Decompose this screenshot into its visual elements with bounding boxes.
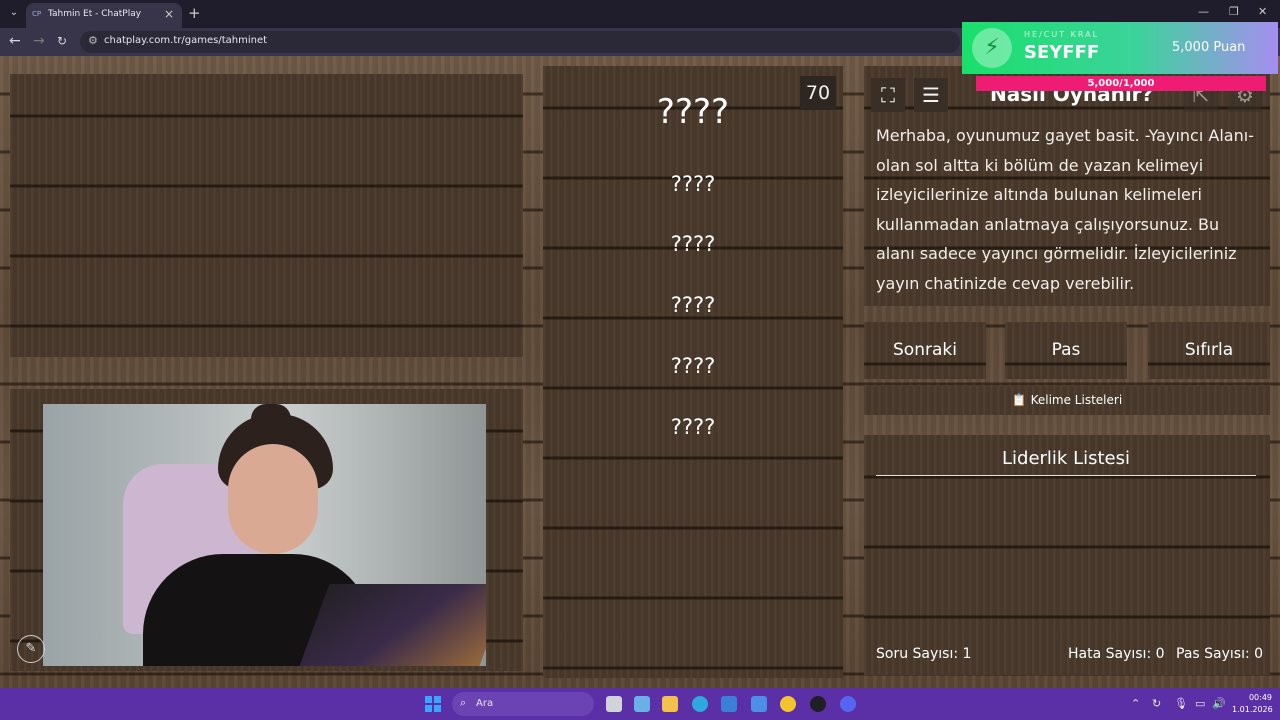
alert-username: SEYFFF (1024, 42, 1100, 63)
close-tab-icon[interactable]: × (164, 7, 174, 21)
forbidden-word-3: ???? (670, 293, 716, 317)
forbidden-word-4: ???? (670, 354, 716, 378)
volume-icon[interactable]: 🔊 (1212, 697, 1226, 710)
url-text: chatplay.com.tr/games/tahminet (104, 35, 268, 46)
site-info-icon[interactable]: ⚙ (88, 34, 98, 47)
mail-icon[interactable] (751, 696, 767, 712)
url-field[interactable]: ⚙ chatplay.com.tr/games/tahminet (80, 31, 960, 53)
pass-button[interactable]: Pas (1005, 322, 1127, 379)
network-icon[interactable]: ▭ (1195, 697, 1205, 710)
top-left-panel (10, 74, 523, 357)
game-page: 70 ???? ???? ???? ???? ???? ???? ⛶ ☰ Nas… (0, 56, 1280, 688)
widgets-icon[interactable] (634, 696, 650, 712)
reset-button[interactable]: Sıfırla (1148, 322, 1270, 379)
document-icon[interactable]: ☰ (914, 78, 948, 112)
webcam-feed (43, 404, 486, 666)
clock[interactable]: 00:49 1.01.2026 (1232, 692, 1273, 716)
search-icon: ⌕ (460, 696, 467, 709)
next-button[interactable]: Sonraki (864, 322, 986, 379)
taskbar: ⌕ Ara ⌃ ↻ 🎙 ▭ 🔊 00:49 1.01.2026 (0, 688, 1280, 720)
tab-title: Tahmin Et - ChatPlay (48, 9, 142, 19)
chrome-icon[interactable] (780, 696, 796, 712)
chatplay-favicon-icon: CP (32, 10, 42, 18)
file-explorer-icon[interactable] (662, 696, 678, 712)
error-count: Hata Sayısı: 0 (1068, 646, 1165, 662)
webcam-person-bun (251, 404, 291, 434)
forward-icon[interactable]: → (33, 33, 45, 49)
webcam-keyboard (296, 584, 486, 666)
obs-icon[interactable] (810, 696, 826, 712)
back-icon[interactable]: ← (9, 33, 21, 49)
browser-tab[interactable]: CP Tahmin Et - ChatPlay × (26, 3, 182, 28)
stream-alert-overlay: ⚡ HE/CUT KRAL SEYFFF 5,000 Puan (962, 22, 1278, 74)
new-tab-icon[interactable]: + (188, 4, 201, 22)
main-word: ???? (656, 92, 730, 132)
tray-chevron-icon[interactable]: ⌃ (1131, 697, 1140, 710)
goal-progress-bar: 5,000/1,000 (976, 76, 1266, 91)
forbidden-word-1: ???? (670, 172, 716, 196)
taskbar-search[interactable]: ⌕ Ara (452, 692, 594, 716)
question-count: Soru Sayısı: 1 (876, 646, 972, 662)
forbidden-word-2: ???? (670, 232, 716, 256)
restore-icon[interactable]: ❐ (1229, 5, 1239, 18)
mic-icon[interactable]: 🎙 (1174, 697, 1188, 710)
pass-count: Pas Sayısı: 0 (1176, 646, 1264, 662)
webcam-person-face (228, 444, 318, 554)
windows-start-icon[interactable] (425, 696, 441, 712)
leaderboard-title: Liderlik Listesi (876, 448, 1256, 476)
forbidden-word-5: ???? (670, 415, 716, 439)
word-lists-button[interactable]: 📋 Kelime Listeleri (864, 386, 1270, 415)
reload-icon[interactable]: ↻ (57, 34, 67, 48)
howto-text: Merhaba, oyunumuz gayet basit. -Yayıncı … (876, 126, 1254, 293)
tab-search-icon[interactable]: ⌄ (6, 5, 22, 21)
store-icon[interactable] (721, 696, 737, 712)
clock-time: 00:49 (1248, 693, 1272, 702)
pen-icon[interactable]: ✎ (17, 635, 45, 663)
alert-label: HE/CUT KRAL (1024, 30, 1100, 39)
clock-date: 1.01.2026 (1232, 705, 1273, 714)
discord-icon[interactable] (840, 696, 856, 712)
fullscreen-icon[interactable]: ⛶ (871, 78, 905, 112)
sync-icon[interactable]: ↻ (1152, 697, 1161, 710)
edge-icon[interactable] (692, 696, 708, 712)
taskbar-search-placeholder: Ara (476, 698, 494, 709)
minimize-icon[interactable]: — (1198, 5, 1209, 18)
alert-points: 5,000 Puan (1172, 40, 1246, 55)
lightning-icon: ⚡ (972, 28, 1012, 68)
window-close-icon[interactable]: ✕ (1258, 5, 1267, 18)
task-view-icon[interactable] (606, 696, 622, 712)
